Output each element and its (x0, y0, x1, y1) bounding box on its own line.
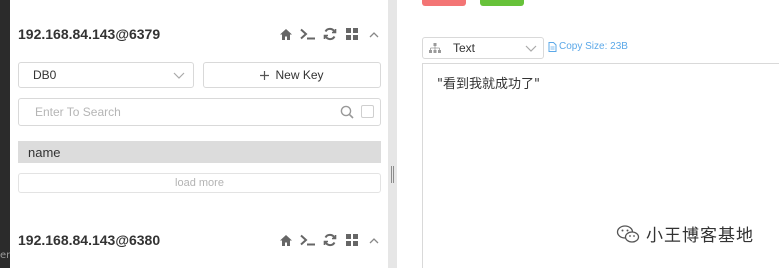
db-select[interactable]: DB0 (18, 62, 194, 88)
panel-splitter[interactable] (388, 0, 397, 268)
watermark-text: 小王博客基地 (646, 226, 754, 246)
terminal-icon[interactable] (300, 26, 316, 42)
key-detail-panel: Text Copy Size: 23B "看到我就成功了" 小王博客基地 (397, 0, 779, 268)
connection-header-2[interactable]: 192.168.84.143@6380 (18, 228, 382, 252)
connection-actions (278, 232, 382, 248)
chevron-down-icon (525, 45, 537, 52)
chevron-up-icon[interactable] (366, 26, 382, 42)
connection-header-1[interactable]: 192.168.84.143@6379 (18, 22, 382, 46)
view-as-select[interactable]: Text (422, 37, 544, 59)
connection-title: 192.168.84.143@6379 (18, 26, 161, 42)
key-list-item[interactable]: name (18, 141, 381, 163)
chevron-up-icon[interactable] (366, 232, 382, 248)
search-box (18, 98, 381, 126)
chevron-down-icon (173, 72, 185, 79)
refresh-icon[interactable] (322, 26, 338, 42)
copy-size-label: Copy Size: 23B (559, 41, 628, 52)
new-key-label: New Key (275, 68, 324, 82)
home-icon[interactable] (278, 26, 294, 42)
file-icon (548, 41, 557, 52)
exact-match-checkbox[interactable] (361, 105, 374, 118)
tree-icon (429, 43, 441, 53)
key-list: name (18, 141, 382, 163)
plus-icon (260, 70, 270, 80)
terminal-icon[interactable] (300, 232, 316, 248)
save-button[interactable] (480, 0, 524, 6)
connection-actions (278, 26, 382, 42)
search-row (18, 98, 382, 126)
refresh-icon[interactable] (322, 232, 338, 248)
new-key-button[interactable]: New Key (203, 62, 381, 88)
home-icon[interactable] (278, 232, 294, 248)
wechat-icon (616, 224, 640, 243)
connections-panel: 192.168.84.143@6379 DB0 New Key Enter To… (10, 0, 388, 268)
delete-button[interactable] (422, 0, 466, 6)
value-text: "看到我就成功了" (437, 77, 540, 92)
db-row: DB0 New Key (18, 62, 382, 88)
view-as-value: Text (453, 41, 476, 55)
db-select-value: DB0 (33, 68, 57, 82)
left-dark-strip: en (0, 0, 13, 268)
grid-icon[interactable] (344, 232, 360, 248)
search-input[interactable] (33, 104, 337, 120)
search-icon[interactable] (340, 105, 354, 119)
drag-handle-icon[interactable] (390, 166, 395, 183)
copy-size-link[interactable]: Copy Size: 23B (548, 41, 628, 52)
connection-title: 192.168.84.143@6380 (18, 232, 161, 248)
watermark: 小王博客基地 (616, 221, 754, 246)
load-more-row: load more (18, 173, 382, 193)
load-more-button[interactable]: load more (18, 173, 381, 193)
grid-icon[interactable] (344, 26, 360, 42)
